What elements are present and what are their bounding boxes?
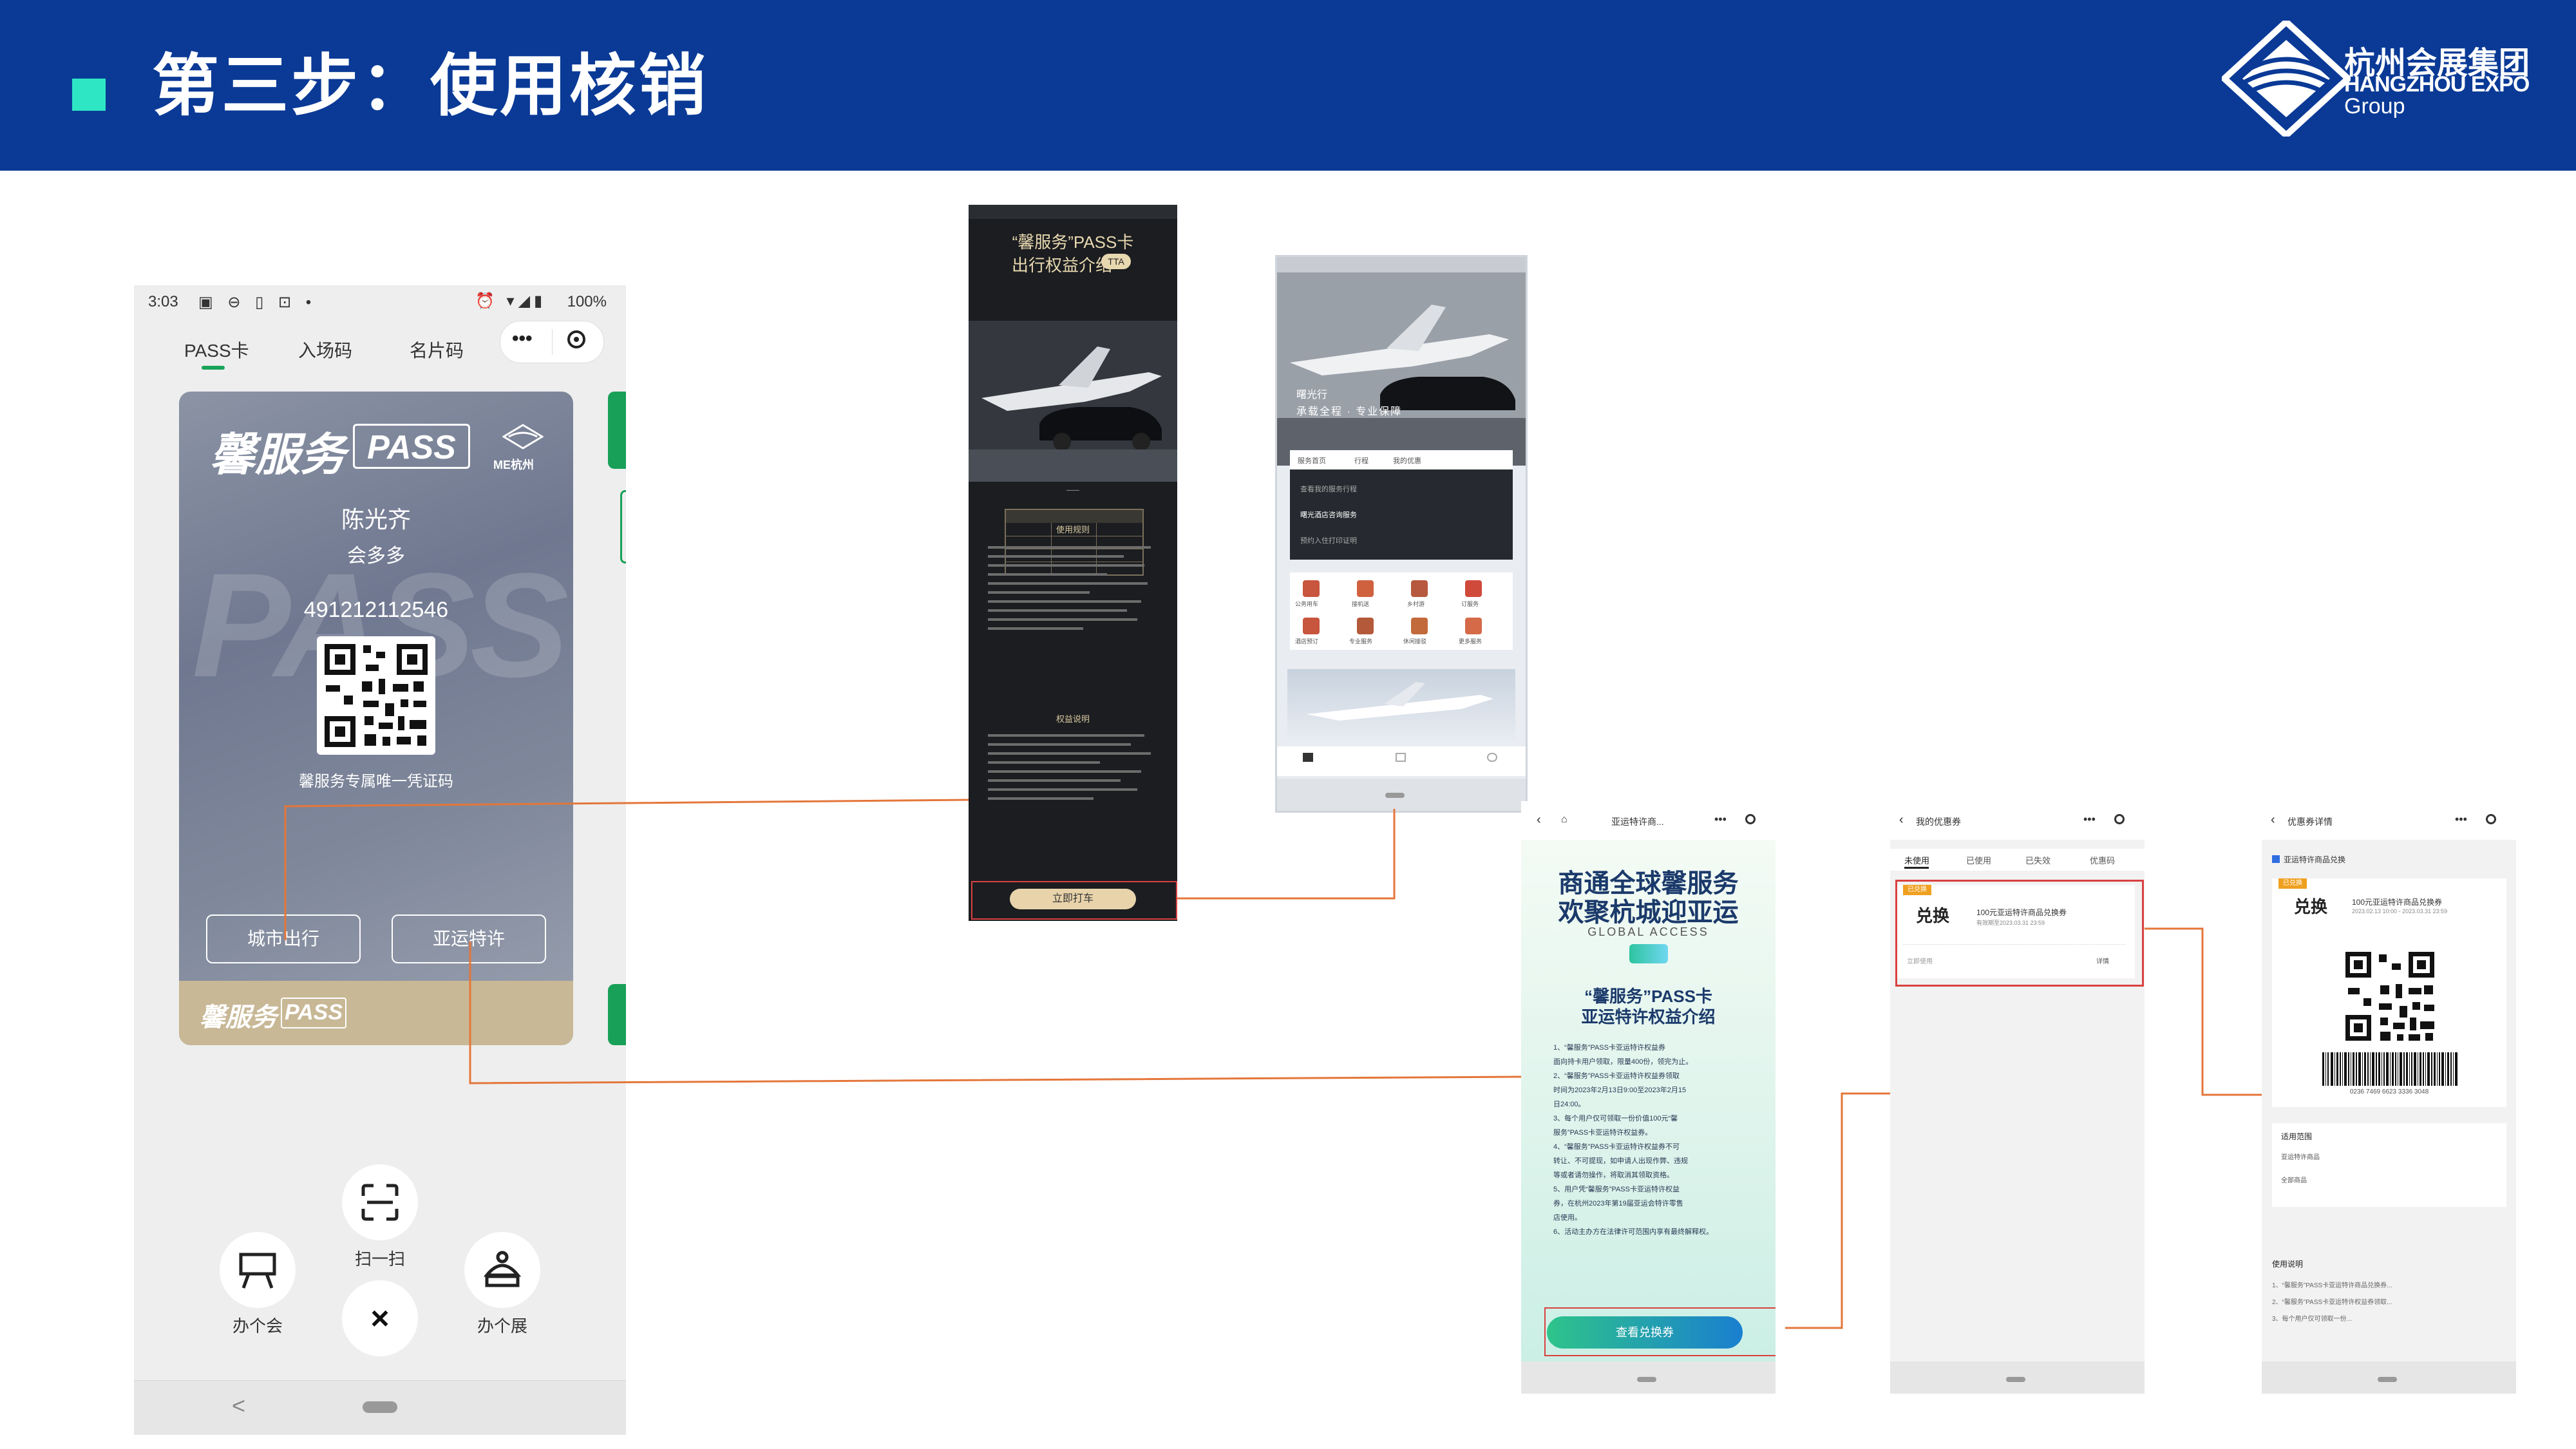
connector-city-travel bbox=[284, 799, 969, 940]
connector-asian-games bbox=[469, 942, 1522, 1084]
flow-connectors bbox=[284, 799, 2262, 1329]
connector-to-detail bbox=[2145, 927, 2262, 1096]
connector-taxi-to-home bbox=[1177, 809, 1396, 900]
connector-to-coupons bbox=[1785, 1092, 1890, 1329]
